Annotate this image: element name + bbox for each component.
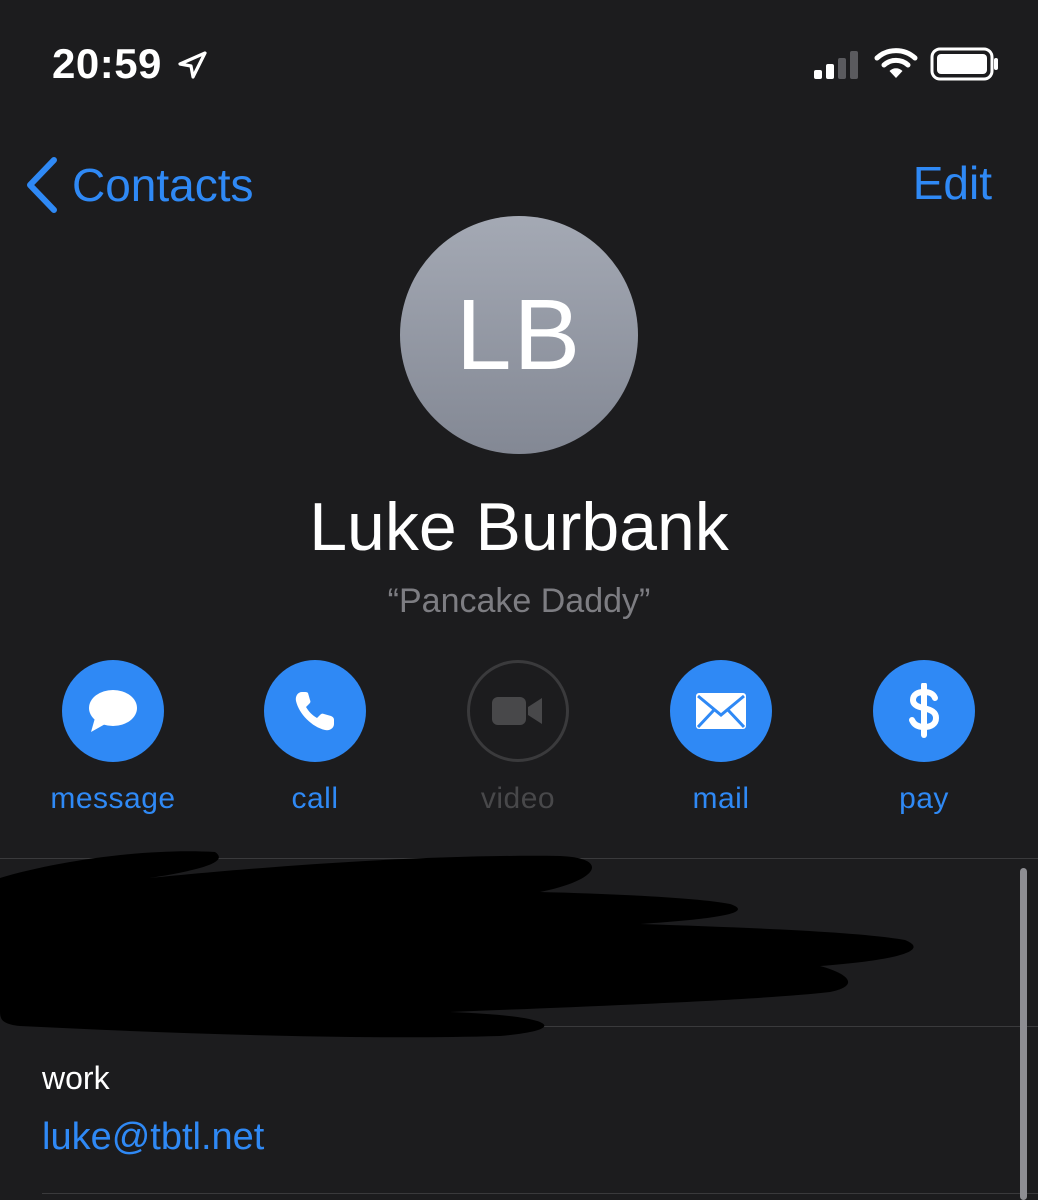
envelope-icon (696, 693, 746, 729)
contact-name: Luke Burbank (309, 489, 729, 565)
contact-detail-screen: 20:59 Contacts Edit LB Luke Burbank “Pan… (0, 0, 1038, 1200)
call-action-label: call (291, 782, 339, 815)
dollar-icon (909, 683, 940, 738)
redaction-scribble (0, 851, 914, 1038)
pay-action-button[interactable]: pay (829, 660, 1019, 816)
message-action-button[interactable]: message (18, 660, 208, 816)
message-action-label: message (50, 782, 176, 815)
battery-icon (930, 47, 998, 81)
message-bubble-icon (89, 690, 137, 732)
back-button-label: Contacts (72, 159, 254, 211)
location-arrow-icon (178, 51, 207, 79)
scrollbar[interactable] (1020, 868, 1027, 1200)
chevron-left-icon (27, 157, 57, 213)
email-label: work (42, 1060, 110, 1096)
video-action-button[interactable]: video (423, 660, 613, 816)
wifi-icon (874, 48, 918, 78)
contact-nickname: “Pancake Daddy” (387, 582, 651, 620)
pay-action-label: pay (899, 782, 949, 815)
back-to-contacts-button[interactable]: Contacts (22, 150, 254, 220)
cellular-signal-icon (814, 51, 858, 79)
mail-action-button[interactable]: mail (626, 660, 816, 816)
mail-action-label: mail (692, 782, 750, 815)
avatar: LB (400, 216, 638, 454)
status-time: 20:59 (52, 40, 162, 87)
call-action-button[interactable]: call (220, 660, 410, 816)
avatar-initials: LB (455, 278, 583, 391)
edit-button[interactable]: Edit (913, 156, 992, 210)
row-divider (42, 1193, 1038, 1194)
video-camera-icon (492, 697, 542, 725)
phone-icon (295, 692, 334, 731)
video-action-label: video (480, 782, 556, 815)
email-link[interactable]: luke@tbtl.net (42, 1116, 264, 1159)
